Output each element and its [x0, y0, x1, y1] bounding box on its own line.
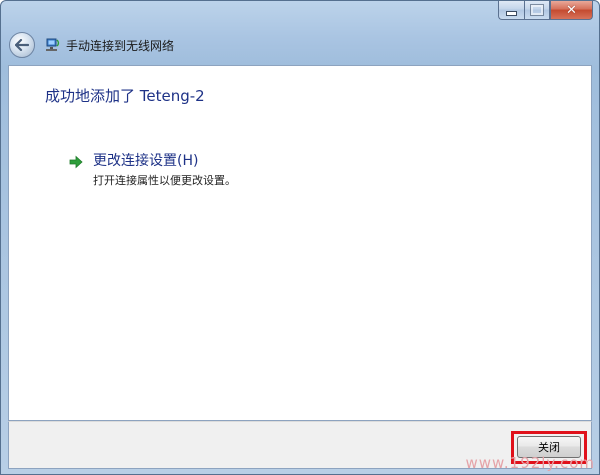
change-connection-settings-link[interactable]: 更改连接设置(H) 打开连接属性以便更改设置。 [69, 152, 236, 188]
page-headline: 成功地添加了 Teteng-2 [45, 87, 205, 105]
wizard-window: ✕ 手动连接到无线网络 成功地添加了 Teteng-2 更改连接设置(H) 打开… [0, 0, 600, 475]
wireless-network-icon [46, 38, 60, 51]
close-icon: ✕ [566, 2, 577, 18]
back-arrow-icon [15, 39, 29, 51]
nav-row: 手动连接到无线网络 [9, 29, 174, 61]
task-text: 更改连接设置(H) 打开连接属性以便更改设置。 [93, 152, 236, 188]
task-title[interactable]: 更改连接设置(H) [93, 152, 236, 170]
task-description: 打开连接属性以便更改设置。 [93, 174, 236, 187]
green-arrow-icon [69, 155, 83, 169]
watermark: www.192ly.com [465, 454, 595, 472]
maximize-button[interactable] [524, 1, 550, 20]
minimize-icon [506, 10, 517, 16]
minimize-button[interactable] [498, 1, 524, 20]
caption-buttons: ✕ [498, 1, 593, 20]
back-button[interactable] [9, 32, 35, 58]
maximize-icon [530, 4, 544, 16]
content-panel: 成功地添加了 Teteng-2 更改连接设置(H) 打开连接属性以便更改设置。 [8, 65, 592, 421]
window-close-button[interactable]: ✕ [550, 1, 593, 20]
window-title: 手动连接到无线网络 [66, 38, 175, 53]
